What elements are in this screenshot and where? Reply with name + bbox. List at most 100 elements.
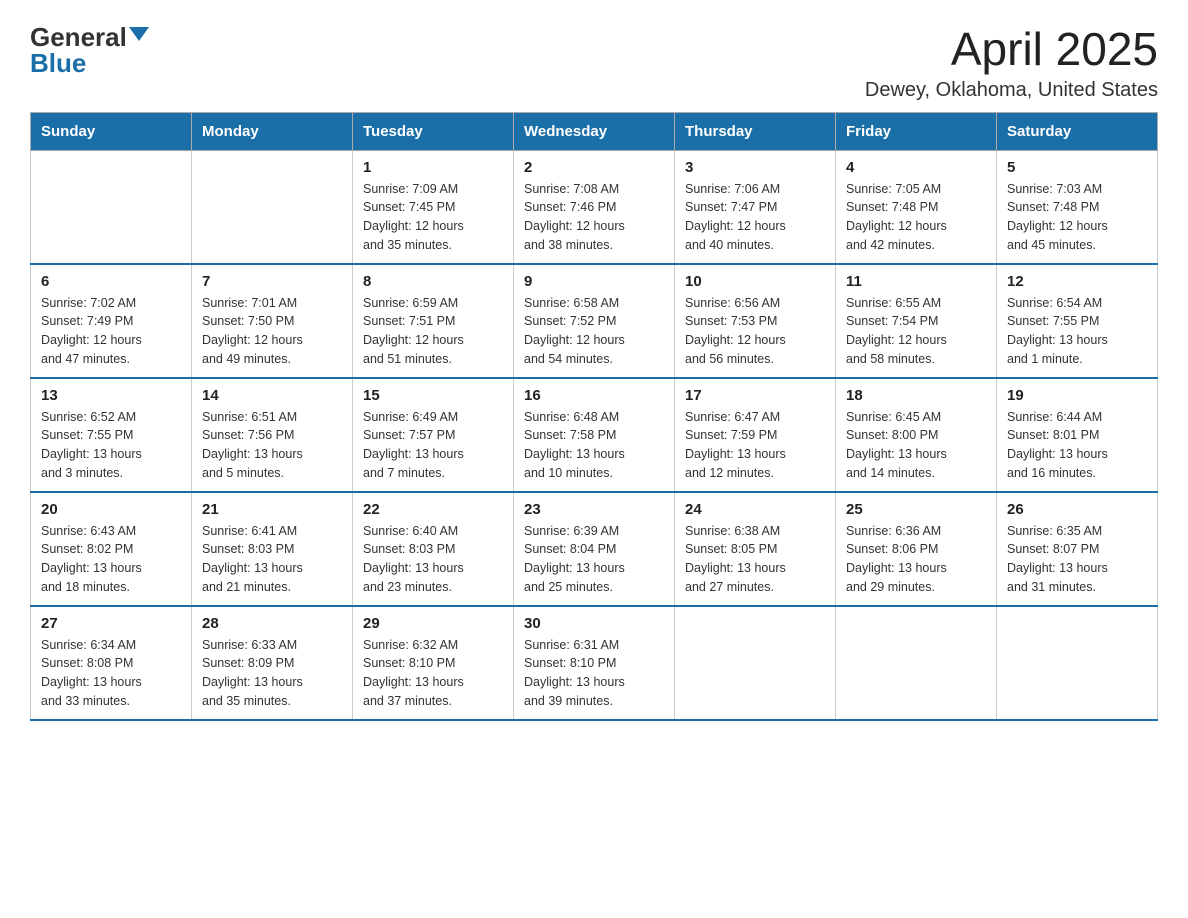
week-row-4: 20 Sunrise: 6:43 AM Sunset: 8:02 PM Dayli… xyxy=(31,492,1158,606)
calendar-cell: 29 Sunrise: 6:32 AM Sunset: 8:10 PM Dayli… xyxy=(353,606,514,720)
day-info: Sunrise: 6:44 AM Sunset: 8:01 PM Dayligh… xyxy=(1007,408,1147,483)
day-number: 18 xyxy=(846,387,986,404)
day-info: Sunrise: 6:58 AM Sunset: 7:52 PM Dayligh… xyxy=(524,294,664,369)
day-info: Sunrise: 7:02 AM Sunset: 7:49 PM Dayligh… xyxy=(41,294,181,369)
day-header-monday: Monday xyxy=(192,112,353,150)
day-number: 13 xyxy=(41,387,181,404)
day-number: 8 xyxy=(363,273,503,290)
logo-triangle-icon xyxy=(129,27,149,41)
calendar-cell: 9 Sunrise: 6:58 AM Sunset: 7:52 PM Daylig… xyxy=(514,264,675,378)
calendar-cell: 25Sunrise: 6:36 AM Sunset: 8:06 PM Dayli… xyxy=(836,492,997,606)
day-number: 14 xyxy=(202,387,342,404)
day-info: Sunrise: 6:47 AM Sunset: 7:59 PM Dayligh… xyxy=(685,408,825,483)
day-info: Sunrise: 6:34 AM Sunset: 8:08 PM Dayligh… xyxy=(41,636,181,711)
calendar-cell: 28 Sunrise: 6:33 AM Sunset: 8:09 PM Dayli… xyxy=(192,606,353,720)
calendar-cell: 20 Sunrise: 6:43 AM Sunset: 8:02 PM Dayli… xyxy=(31,492,192,606)
calendar-table: SundayMondayTuesdayWednesdayThursdayFrid… xyxy=(30,112,1158,721)
day-header-tuesday: Tuesday xyxy=(353,112,514,150)
logo-blue-text: Blue xyxy=(30,50,86,76)
day-number: 20 xyxy=(41,501,181,518)
month-title: April 2025 xyxy=(865,24,1158,75)
day-info: Sunrise: 7:01 AM Sunset: 7:50 PM Dayligh… xyxy=(202,294,342,369)
day-info: Sunrise: 6:55 AM Sunset: 7:54 PM Dayligh… xyxy=(846,294,986,369)
day-info: Sunrise: 6:45 AM Sunset: 8:00 PM Dayligh… xyxy=(846,408,986,483)
calendar-cell: 11 Sunrise: 6:55 AM Sunset: 7:54 PM Dayli… xyxy=(836,264,997,378)
calendar-cell: 26 Sunrise: 6:35 AM Sunset: 8:07 PM Dayli… xyxy=(997,492,1158,606)
day-info: Sunrise: 6:39 AM Sunset: 8:04 PM Dayligh… xyxy=(524,522,664,597)
day-info: Sunrise: 6:31 AM Sunset: 8:10 PM Dayligh… xyxy=(524,636,664,711)
day-info: Sunrise: 6:52 AM Sunset: 7:55 PM Dayligh… xyxy=(41,408,181,483)
day-number: 27 xyxy=(41,615,181,632)
calendar-cell: 24 Sunrise: 6:38 AM Sunset: 8:05 PM Dayli… xyxy=(675,492,836,606)
week-row-2: 6 Sunrise: 7:02 AM Sunset: 7:49 PM Daylig… xyxy=(31,264,1158,378)
calendar-cell: 21Sunrise: 6:41 AM Sunset: 8:03 PM Dayli… xyxy=(192,492,353,606)
week-row-5: 27 Sunrise: 6:34 AM Sunset: 8:08 PM Dayli… xyxy=(31,606,1158,720)
day-info: Sunrise: 7:06 AM Sunset: 7:47 PM Dayligh… xyxy=(685,180,825,255)
day-info: Sunrise: 6:48 AM Sunset: 7:58 PM Dayligh… xyxy=(524,408,664,483)
day-info: Sunrise: 6:40 AM Sunset: 8:03 PM Dayligh… xyxy=(363,522,503,597)
day-number: 26 xyxy=(1007,501,1147,518)
day-number: 19 xyxy=(1007,387,1147,404)
calendar-cell: 15 Sunrise: 6:49 AM Sunset: 7:57 PM Dayli… xyxy=(353,378,514,492)
day-info: Sunrise: 7:03 AM Sunset: 7:48 PM Dayligh… xyxy=(1007,180,1147,255)
day-number: 2 xyxy=(524,159,664,176)
week-row-1: 1 Sunrise: 7:09 AM Sunset: 7:45 PM Daylig… xyxy=(31,150,1158,264)
day-info: Sunrise: 6:49 AM Sunset: 7:57 PM Dayligh… xyxy=(363,408,503,483)
calendar-cell: 27 Sunrise: 6:34 AM Sunset: 8:08 PM Dayli… xyxy=(31,606,192,720)
location-title: Dewey, Oklahoma, United States xyxy=(865,79,1158,102)
day-number: 30 xyxy=(524,615,664,632)
calendar-cell: 12 Sunrise: 6:54 AM Sunset: 7:55 PM Dayli… xyxy=(997,264,1158,378)
day-number: 16 xyxy=(524,387,664,404)
calendar-cell xyxy=(31,150,192,264)
day-number: 24 xyxy=(685,501,825,518)
day-number: 28 xyxy=(202,615,342,632)
week-row-3: 13 Sunrise: 6:52 AM Sunset: 7:55 PM Dayli… xyxy=(31,378,1158,492)
day-info: Sunrise: 6:32 AM Sunset: 8:10 PM Dayligh… xyxy=(363,636,503,711)
day-number: 17 xyxy=(685,387,825,404)
day-info: Sunrise: 7:08 AM Sunset: 7:46 PM Dayligh… xyxy=(524,180,664,255)
page-header: General Blue April 2025 Dewey, Oklahoma,… xyxy=(30,24,1158,102)
calendar-cell: 10 Sunrise: 6:56 AM Sunset: 7:53 PM Dayli… xyxy=(675,264,836,378)
day-number: 4 xyxy=(846,159,986,176)
calendar-cell: 30 Sunrise: 6:31 AM Sunset: 8:10 PM Dayli… xyxy=(514,606,675,720)
day-info: Sunrise: 6:35 AM Sunset: 8:07 PM Dayligh… xyxy=(1007,522,1147,597)
calendar-cell: 23 Sunrise: 6:39 AM Sunset: 8:04 PM Dayli… xyxy=(514,492,675,606)
day-info: Sunrise: 6:56 AM Sunset: 7:53 PM Dayligh… xyxy=(685,294,825,369)
day-info: Sunrise: 6:51 AM Sunset: 7:56 PM Dayligh… xyxy=(202,408,342,483)
calendar-cell: 14 Sunrise: 6:51 AM Sunset: 7:56 PM Dayli… xyxy=(192,378,353,492)
day-info: Sunrise: 7:05 AM Sunset: 7:48 PM Dayligh… xyxy=(846,180,986,255)
calendar-header-row: SundayMondayTuesdayWednesdayThursdayFrid… xyxy=(31,112,1158,150)
day-number: 5 xyxy=(1007,159,1147,176)
calendar-cell: 18 Sunrise: 6:45 AM Sunset: 8:00 PM Dayli… xyxy=(836,378,997,492)
day-number: 10 xyxy=(685,273,825,290)
day-number: 15 xyxy=(363,387,503,404)
title-section: April 2025 Dewey, Oklahoma, United State… xyxy=(865,24,1158,102)
day-info: Sunrise: 6:43 AM Sunset: 8:02 PM Dayligh… xyxy=(41,522,181,597)
day-header-thursday: Thursday xyxy=(675,112,836,150)
day-number: 1 xyxy=(363,159,503,176)
day-info: Sunrise: 6:54 AM Sunset: 7:55 PM Dayligh… xyxy=(1007,294,1147,369)
calendar-cell xyxy=(997,606,1158,720)
day-header-friday: Friday xyxy=(836,112,997,150)
calendar-cell: 7 Sunrise: 7:01 AM Sunset: 7:50 PM Daylig… xyxy=(192,264,353,378)
calendar-cell xyxy=(675,606,836,720)
day-info: Sunrise: 6:33 AM Sunset: 8:09 PM Dayligh… xyxy=(202,636,342,711)
calendar-cell xyxy=(192,150,353,264)
day-number: 3 xyxy=(685,159,825,176)
calendar-cell: 13 Sunrise: 6:52 AM Sunset: 7:55 PM Dayli… xyxy=(31,378,192,492)
day-info: Sunrise: 7:09 AM Sunset: 7:45 PM Dayligh… xyxy=(363,180,503,255)
day-number: 9 xyxy=(524,273,664,290)
day-number: 23 xyxy=(524,501,664,518)
day-number: 7 xyxy=(202,273,342,290)
calendar-cell: 8Sunrise: 6:59 AM Sunset: 7:51 PM Daylig… xyxy=(353,264,514,378)
calendar-cell: 6 Sunrise: 7:02 AM Sunset: 7:49 PM Daylig… xyxy=(31,264,192,378)
day-number: 11 xyxy=(846,273,986,290)
day-number: 6 xyxy=(41,273,181,290)
calendar-cell: 19 Sunrise: 6:44 AM Sunset: 8:01 PM Dayli… xyxy=(997,378,1158,492)
calendar-cell: 1 Sunrise: 7:09 AM Sunset: 7:45 PM Daylig… xyxy=(353,150,514,264)
day-number: 29 xyxy=(363,615,503,632)
calendar-cell: 17 Sunrise: 6:47 AM Sunset: 7:59 PM Dayli… xyxy=(675,378,836,492)
day-number: 12 xyxy=(1007,273,1147,290)
day-number: 21 xyxy=(202,501,342,518)
day-info: Sunrise: 6:38 AM Sunset: 8:05 PM Dayligh… xyxy=(685,522,825,597)
